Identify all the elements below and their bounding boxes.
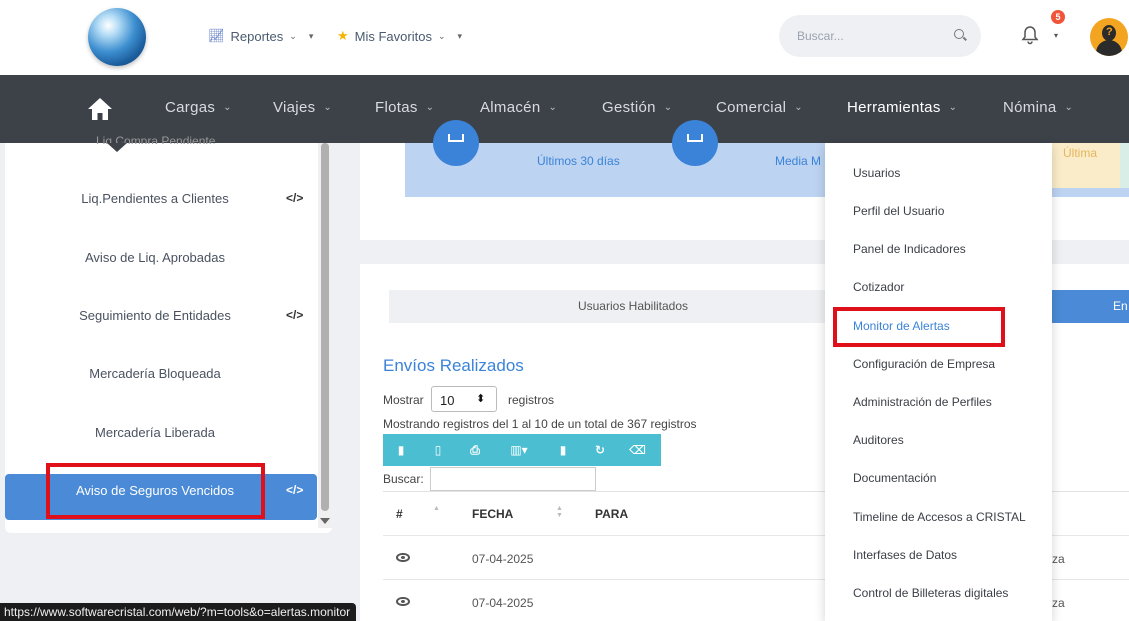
print-icon[interactable]: ⎙ — [467, 442, 483, 458]
eye-icon[interactable] — [396, 553, 410, 562]
favoritos-menu[interactable]: ★ Mis Favoritos ⌄ ▾ — [337, 28, 462, 44]
registros-label: registros — [508, 393, 555, 407]
menu-item-auditores[interactable]: Auditores — [853, 433, 904, 447]
nav-comercial[interactable]: Comercial ⌄ — [716, 99, 803, 116]
pdf-icon[interactable]: ▮ — [555, 442, 571, 458]
row-fecha: 07-04-2025 — [472, 596, 534, 610]
sort-both-icon: ▲ ▼ — [556, 505, 563, 519]
chevron-down-icon: ⌄ — [437, 30, 446, 41]
excel-icon[interactable]: ▮ — [393, 442, 409, 458]
bell-icon[interactable] — [1020, 25, 1040, 45]
notification-badge: 5 — [1051, 10, 1065, 24]
col-header-num[interactable]: # — [396, 507, 403, 521]
row-tail: za — [1052, 596, 1065, 610]
stat-icon — [672, 120, 718, 166]
menu-item-documentacion[interactable]: Documentación — [853, 471, 936, 485]
code-icon: </> — [286, 191, 304, 205]
stat-edge — [1120, 143, 1129, 188]
status-bar-url: https://www.softwarecristal.com/web/?m=t… — [0, 603, 357, 621]
question-mark-icon: ? — [1106, 26, 1113, 38]
export-toolbar: ▮ ▯ ⎙ ▥▾ ▮ ↻ ⌫ — [383, 434, 661, 466]
page-size-select[interactable]: 10 ⬍ — [431, 386, 497, 412]
reportes-label: Reportes — [230, 28, 284, 44]
col-header-fecha[interactable]: FECHA — [472, 507, 513, 521]
search-icon[interactable] — [954, 29, 964, 39]
eraser-icon[interactable]: ⌫ — [629, 442, 646, 458]
tab-usuarios-habilitados[interactable]: Usuarios Habilitados — [389, 290, 877, 323]
section-title: Envíos Realizados — [383, 356, 524, 375]
tab-envios[interactable]: En — [1052, 290, 1129, 323]
nav-almacen[interactable]: Almacén ⌄ — [480, 99, 557, 116]
search-input[interactable] — [797, 26, 937, 46]
star-icon: ★ — [337, 28, 349, 43]
col-header-para[interactable]: PARA — [595, 507, 628, 521]
chevron-down-icon: ⌄ — [548, 102, 558, 113]
menu-item-admin-perfiles[interactable]: Administración de Perfiles — [853, 395, 992, 409]
updown-icon: ⬍ — [476, 393, 486, 405]
code-icon: </> — [286, 483, 304, 497]
sort-up-icon: ▲ — [433, 505, 440, 512]
chevron-down-icon: ⌄ — [223, 102, 232, 113]
favoritos-label: Mis Favoritos — [354, 28, 432, 44]
nav-nomina[interactable]: Nómina ⌄ — [1003, 99, 1073, 116]
caret-down-icon: ▾ — [308, 30, 314, 41]
sidebar-item-seguimiento[interactable]: Seguimiento de Entidades </> — [5, 308, 317, 328]
highlight-box-sidebar — [46, 463, 265, 519]
nav-cargas[interactable]: Cargas ⌄ — [165, 99, 232, 116]
chevron-down-icon: ⌄ — [1064, 102, 1074, 113]
stat-label-last30: Últimos 30 días — [537, 154, 620, 168]
main-nav: Cargas ⌄ Viajes ⌄ Flotas ⌄ Almacén ⌄ Gestión… — [0, 75, 1129, 143]
refresh-icon[interactable]: ↻ — [592, 442, 608, 458]
sidebar-item-mercaderia-liberada[interactable]: Mercadería Liberada — [5, 425, 317, 445]
menu-item-timeline-accesos[interactable]: Timeline de Accesos a CRISTAL — [853, 510, 1026, 524]
avatar[interactable]: ? — [1090, 18, 1128, 56]
row-tail: za — [1052, 552, 1065, 566]
nav-pointer — [107, 143, 127, 152]
menu-item-usuarios[interactable]: Usuarios — [853, 166, 900, 180]
home-icon[interactable] — [87, 97, 113, 121]
eye-icon[interactable] — [396, 597, 410, 606]
menu-item-interfases-datos[interactable]: Interfases de Datos — [853, 548, 957, 562]
buscar-label: Buscar: — [383, 472, 424, 486]
mostrar-label: Mostrar — [383, 393, 424, 407]
menu-item-panel-indicadores[interactable]: Panel de Indicadores — [853, 242, 966, 256]
chevron-down-icon: ⌄ — [425, 102, 435, 113]
reportes-menu[interactable]: 📈︎ Reportes ⌄ ▾ — [208, 28, 313, 44]
scroll-down-icon[interactable] — [320, 518, 330, 524]
chevron-down-icon: ⌄ — [323, 102, 333, 113]
sidebar-item-aviso-liq[interactable]: Aviso de Liq. Aprobadas — [5, 250, 317, 270]
caret-down-icon: ▾ — [457, 30, 463, 41]
nav-herramientas[interactable]: Herramientas ⌄ — [847, 99, 957, 116]
stat-label-media: Media M — [775, 154, 822, 168]
csv-icon[interactable]: ▯ — [430, 442, 446, 458]
scrollbar-thumb[interactable] — [321, 143, 329, 511]
chevron-down-icon: ⌄ — [794, 102, 803, 113]
stat-icon — [433, 120, 479, 166]
top-bar: 📈︎ Reportes ⌄ ▾ ★ Mis Favoritos ⌄ ▾ 5 ▾ … — [0, 0, 1129, 75]
menu-item-config-empresa[interactable]: Configuración de Empresa — [853, 357, 995, 371]
sidebar-item-liq-pendientes[interactable]: Liq.Pendientes a Clientes </> — [5, 191, 317, 211]
chevron-down-icon: ⌄ — [663, 102, 673, 113]
menu-item-control-billeteras[interactable]: Control de Billeteras digitales — [853, 586, 1008, 600]
row-fecha: 07-04-2025 — [472, 552, 534, 566]
stat-label-ultima: Última — [1052, 143, 1120, 188]
highlight-box-menu — [833, 307, 1005, 347]
menu-item-cotizador[interactable]: Cotizador — [853, 280, 904, 294]
table-search-input[interactable] — [430, 467, 596, 491]
columns-icon[interactable]: ▥▾ — [504, 442, 534, 458]
search-box — [779, 15, 981, 57]
chevron-down-icon: ⌄ — [948, 102, 958, 113]
chart-line-icon: 📈︎ — [208, 28, 225, 43]
sidebar-item-mercaderia-bloqueada[interactable]: Mercadería Bloqueada — [5, 366, 317, 386]
caret-down-icon[interactable]: ▾ — [1054, 31, 1058, 40]
records-info: Mostrando registros del 1 al 10 de un to… — [383, 417, 697, 431]
menu-item-perfil-usuario[interactable]: Perfil del Usuario — [853, 204, 944, 218]
code-icon: </> — [286, 308, 304, 322]
chevron-down-icon: ⌄ — [289, 30, 297, 41]
logo[interactable] — [88, 8, 146, 66]
nav-flotas[interactable]: Flotas ⌄ — [375, 99, 434, 116]
nav-viajes[interactable]: Viajes ⌄ — [273, 99, 332, 116]
nav-gestion[interactable]: Gestión ⌄ — [602, 99, 672, 116]
